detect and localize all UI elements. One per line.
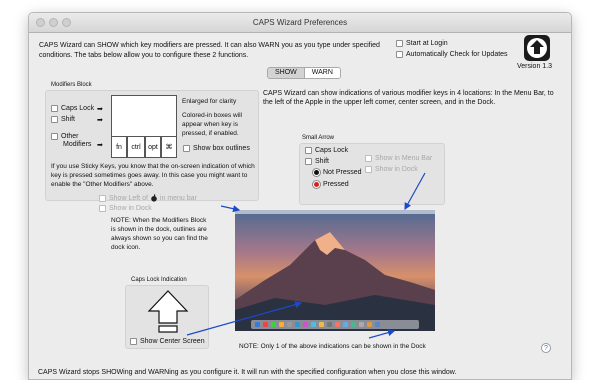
preferences-window: CAPS Wizard Preferences CAPS Wizard can … <box>28 12 572 380</box>
pointer-arrows <box>186 172 426 339</box>
help-button[interactable]: ? <box>541 343 551 353</box>
dock-limit-note: NOTE: Only 1 of the above indications ca… <box>239 343 426 350</box>
footer-text: CAPS Wizard stops SHOWing and WARNing as… <box>38 369 457 376</box>
